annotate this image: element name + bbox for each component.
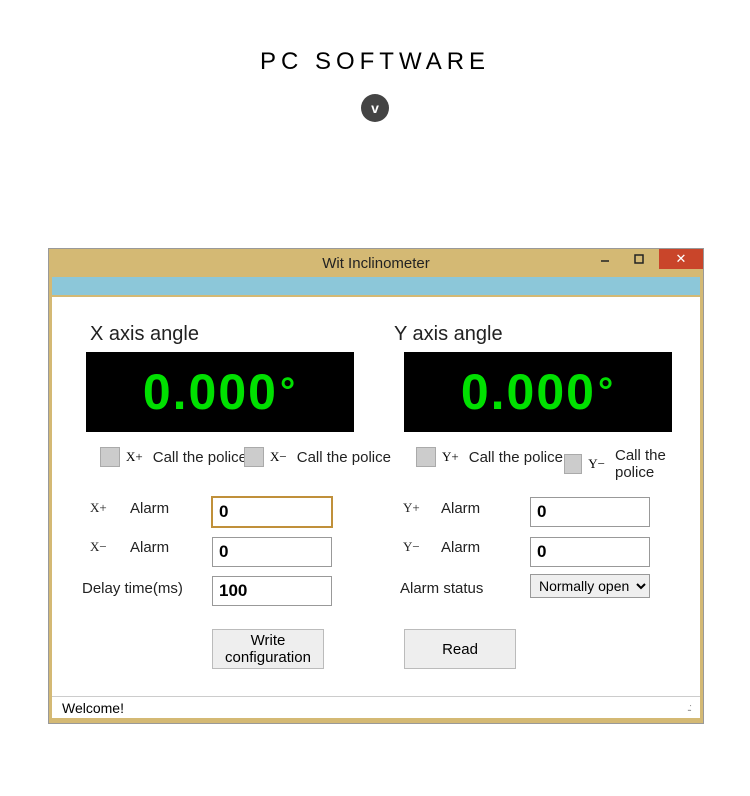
x-minus-alarm-checkbox-row: X− Call the police — [244, 447, 391, 467]
close-icon: ✕ — [676, 251, 687, 267]
page-header: PC SOFTWARE v — [0, 0, 750, 108]
degree-icon: ° — [598, 371, 615, 414]
x-plus-prefix: X+ — [126, 449, 143, 465]
x-plus-alarm-checkbox-row: X+ Call the police — [100, 447, 247, 467]
delay-label: Delay time(ms) — [82, 580, 183, 597]
y-minus-alarm-word: Alarm — [441, 539, 480, 556]
y-plus-prefix: Y+ — [442, 449, 459, 465]
scroll-down-badge: v — [361, 94, 389, 122]
content-area: X axis angle Y axis angle 0.000° 0.000° … — [52, 297, 700, 718]
page-title: PC SOFTWARE — [0, 48, 750, 76]
status-text: Welcome! — [62, 700, 124, 716]
y-plus-alarm-label: Call the police — [469, 449, 563, 466]
x-minus-prefix: X− — [270, 449, 287, 465]
alarm-status-label: Alarm status — [400, 580, 483, 597]
ribbon-strip — [52, 277, 700, 295]
alarm-status-select[interactable]: Normally open — [530, 574, 650, 598]
y-minus-alarm-input[interactable] — [530, 537, 650, 567]
maximize-icon — [634, 254, 644, 264]
y-plus-alarm-checkbox-row: Y+ Call the police — [416, 447, 563, 467]
x-plus-alarm-word: Alarm — [130, 500, 169, 517]
y-minus-field-prefix: Y− — [403, 539, 420, 555]
y-axis-label: Y axis angle — [394, 323, 503, 346]
window-title: Wit Inclinometer — [322, 255, 430, 272]
degree-icon: ° — [280, 371, 297, 414]
titlebar[interactable]: Wit Inclinometer ✕ — [49, 249, 703, 277]
x-axis-label: X axis angle — [90, 323, 199, 346]
statusbar: Welcome! ..: — [52, 696, 700, 718]
write-configuration-button[interactable]: Write configuration — [212, 629, 324, 669]
x-minus-alarm-label: Call the police — [297, 449, 391, 466]
x-plus-field-prefix: X+ — [90, 500, 107, 516]
resize-grip-icon[interactable]: ..: — [687, 705, 690, 711]
x-axis-value: 0.000 — [143, 363, 278, 421]
x-axis-display: 0.000° — [86, 352, 354, 432]
minimize-button[interactable] — [591, 249, 619, 269]
x-plus-alarm-label: Call the police — [153, 449, 247, 466]
x-minus-field-prefix: X− — [90, 539, 107, 555]
read-button[interactable]: Read — [404, 629, 516, 669]
delay-input[interactable] — [212, 576, 332, 606]
minimize-icon — [600, 254, 610, 264]
x-minus-alarm-checkbox[interactable] — [244, 447, 264, 467]
y-plus-alarm-input[interactable] — [530, 497, 650, 527]
close-button[interactable]: ✕ — [659, 249, 703, 269]
y-axis-value: 0.000 — [461, 363, 596, 421]
x-minus-alarm-input[interactable] — [212, 537, 332, 567]
y-plus-alarm-checkbox[interactable] — [416, 447, 436, 467]
window-controls: ✕ — [585, 249, 703, 269]
y-minus-alarm-checkbox[interactable] — [564, 454, 582, 474]
y-minus-alarm-checkbox-row: Y− Call the police — [564, 447, 700, 481]
y-minus-alarm-label: Call the police — [615, 447, 700, 481]
maximize-button[interactable] — [625, 249, 653, 269]
y-axis-display: 0.000° — [404, 352, 672, 432]
x-plus-alarm-checkbox[interactable] — [100, 447, 120, 467]
x-plus-alarm-input[interactable] — [212, 497, 332, 527]
y-plus-alarm-word: Alarm — [441, 500, 480, 517]
app-window: Wit Inclinometer ✕ X axis angle Y axis a… — [48, 248, 704, 724]
y-plus-field-prefix: Y+ — [403, 500, 420, 516]
y-minus-prefix: Y− — [588, 456, 605, 472]
x-minus-alarm-word: Alarm — [130, 539, 169, 556]
